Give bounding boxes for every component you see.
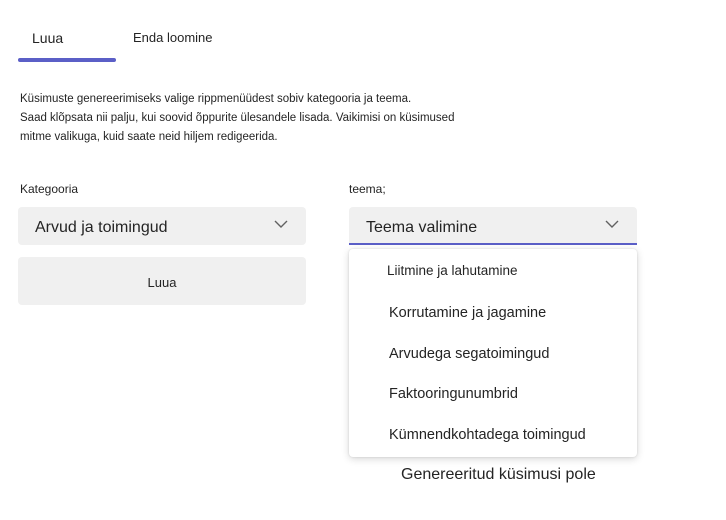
topic-option[interactable]: Korrutamine ja jagamine bbox=[349, 295, 637, 335]
category-dropdown[interactable]: Arvud ja toimingud bbox=[18, 207, 306, 245]
topic-option[interactable]: Arvudega segatoimingud bbox=[349, 336, 637, 376]
tab-bar: Luua Enda loomine bbox=[18, 24, 418, 62]
empty-state-message: Genereeritud küsimusi pole bbox=[401, 466, 596, 483]
create-button[interactable]: Luua bbox=[18, 257, 306, 305]
topic-option[interactable]: Kümnendkohtadega toimingud bbox=[349, 417, 637, 457]
instructions-line: Saad klõpsata nii palju, kui soovid õppu… bbox=[20, 112, 455, 124]
category-dropdown-value: Arvud ja toimingud bbox=[35, 219, 168, 236]
topic-label: teema; bbox=[349, 182, 386, 196]
topic-dropdown[interactable]: Teema valimine bbox=[349, 207, 637, 245]
chevron-down-icon bbox=[605, 220, 619, 228]
topic-dropdown-value: Teema valimine bbox=[366, 219, 478, 236]
topic-option-label: Faktooringunumbrid bbox=[389, 386, 518, 402]
topic-option[interactable]: Faktooringunumbrid bbox=[349, 376, 637, 416]
tab-create-own[interactable]: Enda loomine bbox=[133, 30, 213, 45]
chevron-down-icon bbox=[274, 220, 288, 228]
create-button-label: Luua bbox=[147, 275, 177, 290]
instructions-line: Küsimuste genereerimiseks valige rippmen… bbox=[20, 93, 412, 105]
tab-create-label: Luua bbox=[32, 30, 64, 46]
topic-option[interactable]: Liitmine ja lahutamine bbox=[349, 253, 637, 293]
tab-create[interactable]: Luua bbox=[18, 24, 116, 62]
category-label: Kategooria bbox=[20, 182, 79, 196]
topic-option-label: Korrutamine ja jagamine bbox=[389, 305, 547, 321]
topic-option-label: Kümnendkohtadega toimingud bbox=[389, 427, 586, 443]
instructions-text: Küsimuste genereerimiseks valige rippmen… bbox=[20, 90, 490, 147]
tab-create-own-label: Enda loomine bbox=[133, 30, 213, 45]
topic-dropdown-menu: Liitmine ja lahutamine Korrutamine ja ja… bbox=[349, 249, 637, 457]
instructions-line: mitme valikuga, kuid saate neid hiljem r… bbox=[20, 131, 278, 143]
topic-option-label: Arvudega segatoimingud bbox=[389, 346, 550, 362]
active-tab-indicator bbox=[18, 58, 116, 62]
topic-option-label: Liitmine ja lahutamine bbox=[387, 263, 518, 278]
